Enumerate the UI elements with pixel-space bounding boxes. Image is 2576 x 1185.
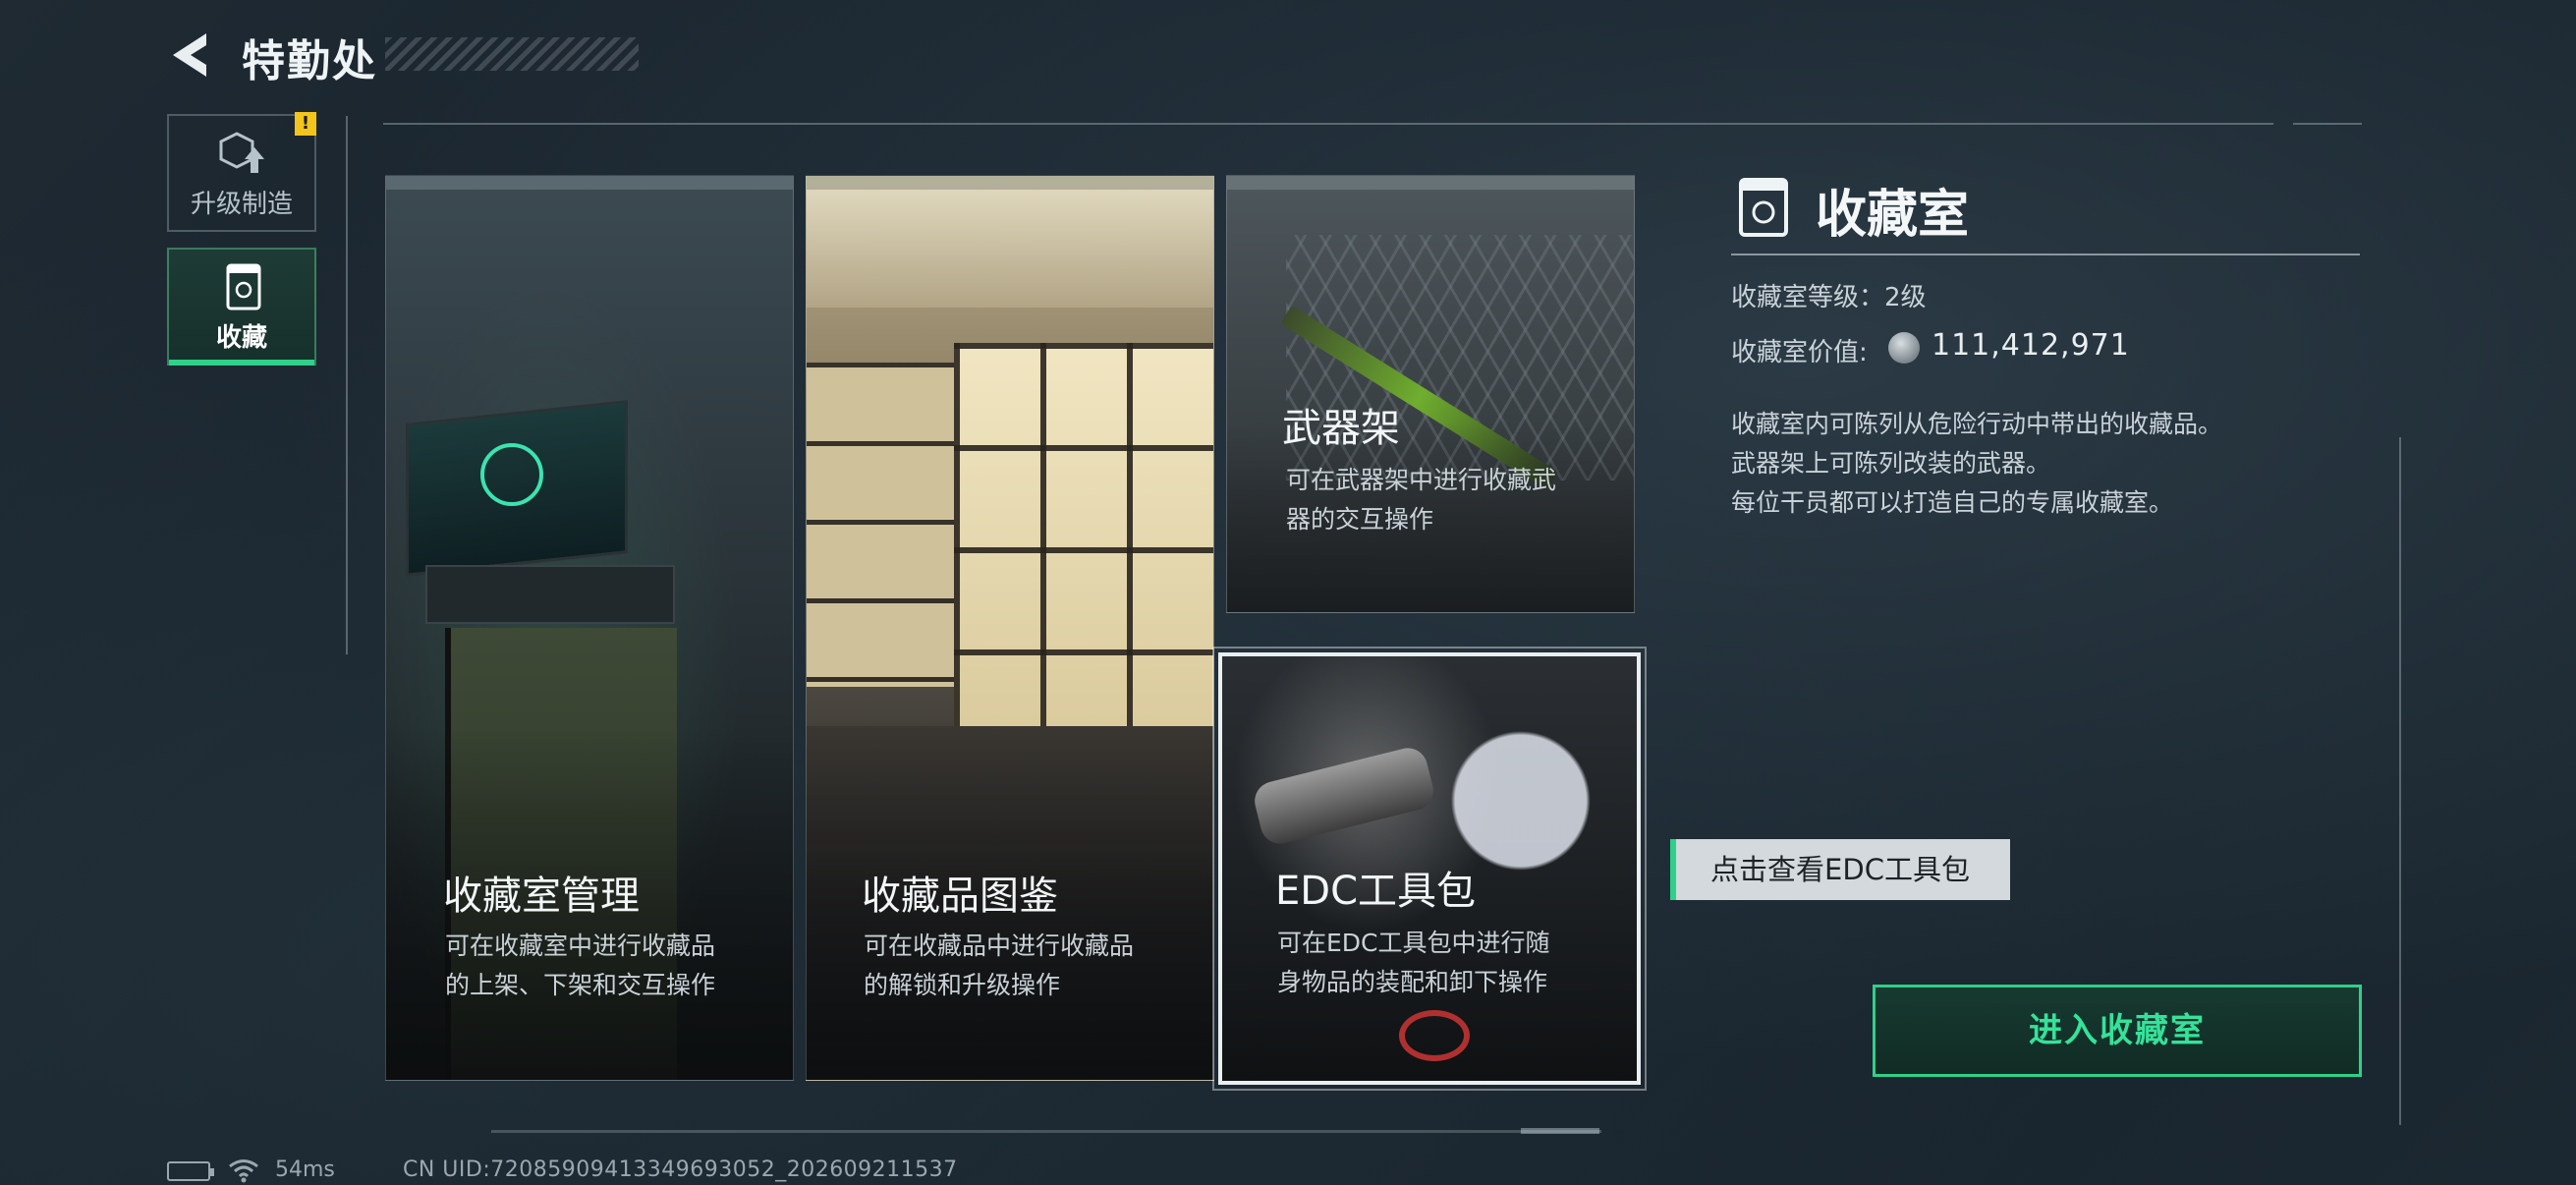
coin-icon <box>1888 332 1920 364</box>
title-decoration <box>385 37 639 71</box>
terminal-logo-image <box>480 443 543 506</box>
active-indicator <box>169 360 314 366</box>
card-tab-strip <box>1227 176 1634 190</box>
info-desc-line: 收藏室内可陈列从危险行动中带出的收藏品。 <box>1731 410 2223 438</box>
card-tab-strip <box>807 176 1213 190</box>
card-desc-line: 的解锁和升级操作 <box>864 971 1061 999</box>
card-weapon-rack[interactable]: 武器架 可在武器架中进行收藏武 器的交互操作 <box>1226 175 1635 613</box>
card-collectibles-catalog[interactable]: 收藏品图鉴 可在收藏品中进行收藏品 的解锁和升级操作 <box>806 175 1214 1081</box>
carabiner-image <box>1399 1010 1470 1061</box>
sidebar-item-label: 收藏 <box>215 323 267 353</box>
card-desc-line: 器的交互操作 <box>1286 505 1434 534</box>
ceiling-lights-image <box>807 190 1213 308</box>
scroll-track <box>491 1130 1601 1133</box>
collection-value: 111,412,971 <box>1932 328 2130 363</box>
wifi-icon <box>229 1159 258 1183</box>
battery-icon <box>167 1161 214 1181</box>
sidebar-item-label: 升级制造 <box>190 190 293 219</box>
card-title: 收藏室管理 <box>443 874 640 919</box>
card-title: EDC工具包 <box>1275 869 1477 914</box>
card-desc-line: 可在武器架中进行收藏武 <box>1286 466 1557 494</box>
flashlight-image <box>1250 744 1438 848</box>
collection-cabinet-icon <box>1739 178 1788 237</box>
left-shelves-image <box>807 363 954 687</box>
card-desc-line: 身物品的装配和卸下操作 <box>1277 968 1548 996</box>
card-desc-line: 可在EDC工具包中进行随 <box>1277 929 1550 957</box>
card-edc-kit[interactable]: EDC工具包 可在EDC工具包中进行随 身物品的装配和卸下操作 <box>1212 647 1647 1091</box>
collection-value-label: 收藏室价值: <box>1731 338 1868 367</box>
back-arrow-icon <box>173 33 206 77</box>
floor-image <box>807 726 1213 844</box>
upgrade-icon <box>219 132 264 173</box>
header: 特勤处 <box>167 22 639 90</box>
card-collection-management[interactable]: 收藏室管理 可在收藏室中进行收藏品 的上架、下架和交互操作 <box>385 175 794 1081</box>
enter-collection-button[interactable]: 进入收藏室 <box>1873 985 2362 1077</box>
scroll-thumb[interactable] <box>1521 1128 1599 1134</box>
user-uid: CN UID:72085909413349693052_202609211537 <box>403 1157 958 1182</box>
collection-level: 收藏室等级：2级 <box>1731 283 1927 312</box>
card-desc-line: 可在收藏品中进行收藏品 <box>864 931 1135 960</box>
top-divider-end <box>2293 123 2362 125</box>
edc-hint-marker <box>1670 839 1676 900</box>
display-shelves-image <box>954 343 1213 756</box>
collection-cabinet-icon <box>226 263 261 310</box>
page-title: 特勤处 <box>242 36 377 86</box>
top-divider <box>383 123 2273 125</box>
card-desc-line: 可在收藏室中进行收藏品 <box>445 931 716 960</box>
alert-badge: ! <box>295 112 316 136</box>
right-divider <box>2399 437 2401 1125</box>
terminal-keyboard-image <box>425 565 675 624</box>
card-desc-line: 的上架、下架和交互操作 <box>445 971 716 999</box>
info-divider <box>1731 254 2360 255</box>
sidebar-item-upgrade[interactable]: ! 升级制造 <box>167 112 316 232</box>
info-desc-line: 武器架上可陈列改装的武器。 <box>1731 449 2051 478</box>
status-bar: 54ms CN UID:72085909413349693052_2026092… <box>167 1156 1051 1185</box>
card-tab-strip <box>386 176 793 190</box>
info-desc-line: 每位干员都可以打造自己的专属收藏室。 <box>1731 488 2174 517</box>
ping-readout: 54ms <box>275 1157 335 1182</box>
back-button[interactable] <box>167 28 214 83</box>
info-title: 收藏室 <box>1816 186 1970 245</box>
card-title: 武器架 <box>1282 406 1400 451</box>
sidebar-item-collection[interactable]: 收藏 <box>167 248 316 366</box>
card-title: 收藏品图鉴 <box>862 874 1058 919</box>
left-divider <box>346 116 348 654</box>
edc-hint-tooltip[interactable]: 点击查看EDC工具包 <box>1670 839 2010 900</box>
